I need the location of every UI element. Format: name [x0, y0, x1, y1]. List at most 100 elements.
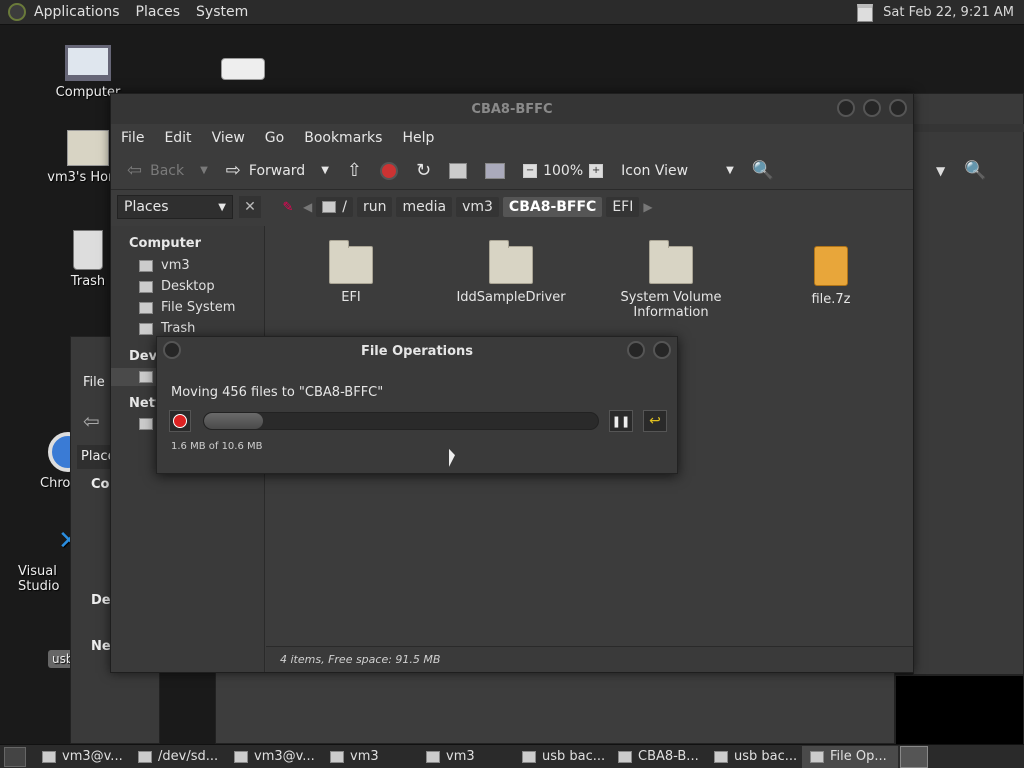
- task-label: vm3@v...: [254, 749, 315, 764]
- sidebar-item-vm3[interactable]: vm3: [111, 255, 264, 276]
- drive-icon: [139, 371, 153, 383]
- task-item[interactable]: usb bac...: [706, 746, 802, 768]
- stop-icon: [380, 161, 398, 180]
- places-select[interactable]: Places ▼: [117, 195, 233, 219]
- menu-edit[interactable]: Edit: [154, 130, 201, 146]
- file-name: EFI: [341, 290, 361, 305]
- folder-icon: [489, 240, 533, 284]
- desktop-icon-computer[interactable]: Computer: [43, 45, 133, 100]
- breadcrumb-right-arrow-icon[interactable]: ▶: [643, 200, 652, 214]
- back-button[interactable]: ⇦ Back ▼: [121, 156, 214, 186]
- crumb-efi[interactable]: EFI: [606, 197, 640, 217]
- task-label: usb bac...: [542, 749, 606, 764]
- window-titlebar[interactable]: CBA8-BFFC: [111, 94, 913, 124]
- sidebar-item-desktop[interactable]: Desktop: [111, 276, 264, 297]
- dialog-close-button[interactable]: [653, 341, 671, 359]
- calendar-icon[interactable]: [857, 3, 874, 22]
- zoom-in-icon[interactable]: +: [589, 163, 604, 178]
- task-item[interactable]: vm3: [322, 746, 418, 768]
- undo-button[interactable]: ↩: [643, 410, 667, 432]
- menubar: File Edit View Go Bookmarks Help: [111, 124, 913, 152]
- file-operations-dialog[interactable]: File Operations Moving 456 files to "CBA…: [156, 336, 678, 474]
- network-icon: [139, 418, 153, 430]
- file-item[interactable]: System Volume Information: [601, 234, 741, 320]
- file-item[interactable]: file.7z: [761, 234, 901, 307]
- desktop-icon: [139, 280, 153, 293]
- home-button[interactable]: [443, 156, 473, 186]
- task-item[interactable]: usb bac...: [514, 746, 610, 768]
- background-window-right[interactable]: ▼ 🔍: [913, 93, 1024, 675]
- crumb-vm3[interactable]: vm3: [456, 197, 499, 217]
- menu-bookmarks[interactable]: Bookmarks: [294, 130, 392, 146]
- crumb-media[interactable]: media: [396, 197, 453, 217]
- pause-button[interactable]: ❚❚: [609, 410, 633, 432]
- chevron-down-icon: ▼: [218, 201, 226, 213]
- distro-logo-icon[interactable]: [8, 3, 26, 21]
- places-select-label: Places: [124, 199, 169, 215]
- workspace-switcher[interactable]: [900, 745, 928, 768]
- computer-button[interactable]: [479, 156, 511, 186]
- view-mode-label: Icon View: [621, 162, 689, 179]
- menu-go[interactable]: Go: [255, 130, 294, 146]
- desktop-icon-drive[interactable]: [218, 58, 268, 84]
- trash-icon: [73, 230, 103, 270]
- task-item[interactable]: /dev/sd...: [130, 746, 226, 768]
- archive-icon: [814, 246, 848, 286]
- sidebar-item-filesystem[interactable]: File System: [111, 297, 264, 318]
- search-button[interactable]: 🔍: [746, 156, 780, 186]
- zoom-out-icon[interactable]: −: [523, 163, 538, 178]
- back-arrow-icon[interactable]: ⇦: [83, 409, 100, 433]
- maximize-button[interactable]: [863, 99, 881, 117]
- dialog-menu-icon[interactable]: [163, 341, 181, 359]
- toolbar: ⇦ Back ▼ ⇨ Forward ▼ ⇧ ↻ − 100% + Icon V…: [111, 152, 913, 190]
- view-mode-select[interactable]: Icon View ▼: [615, 156, 740, 186]
- menu-help[interactable]: Help: [392, 130, 444, 146]
- zoom-level: 100%: [543, 162, 584, 179]
- task-item[interactable]: vm3@v...: [226, 746, 322, 768]
- dialog-titlebar[interactable]: File Operations: [157, 337, 677, 365]
- file-item[interactable]: EFI: [281, 234, 421, 305]
- desktop-icon-label: Trash: [70, 274, 106, 289]
- close-sidebar-button[interactable]: ✕: [239, 196, 261, 218]
- forward-button[interactable]: ⇨ Forward ▼: [220, 156, 335, 186]
- up-arrow-icon: ⇧: [346, 159, 362, 181]
- stop-button[interactable]: [374, 156, 404, 186]
- behind-menu-file[interactable]: File: [83, 375, 105, 390]
- folder-icon: [649, 240, 693, 284]
- applications-menu[interactable]: Applications: [26, 4, 128, 20]
- terminal-icon: [42, 750, 56, 763]
- task-item-active[interactable]: File Op...: [802, 745, 898, 768]
- clock[interactable]: Sat Feb 22, 9:21 AM: [883, 5, 1014, 20]
- chevron-down-icon[interactable]: ▼: [936, 164, 945, 178]
- task-item[interactable]: vm3@v...: [34, 746, 130, 768]
- menu-file[interactable]: File: [111, 130, 154, 146]
- edit-location-icon[interactable]: ✎: [277, 196, 299, 218]
- minimize-button[interactable]: [837, 99, 855, 117]
- show-desktop-button[interactable]: [4, 746, 26, 767]
- places-menu[interactable]: Places: [128, 4, 189, 20]
- crumb-cba8[interactable]: CBA8-BFFC: [502, 197, 603, 217]
- cancel-operation-button[interactable]: [169, 410, 191, 432]
- search-icon[interactable]: 🔍: [964, 160, 986, 181]
- breadcrumb-left-arrow-icon[interactable]: ◀: [303, 200, 312, 214]
- up-button[interactable]: ⇧: [341, 156, 368, 186]
- drive-icon: [138, 750, 152, 763]
- task-item[interactable]: CBA8-B...: [610, 746, 706, 768]
- task-label: CBA8-B...: [638, 749, 699, 764]
- reload-button[interactable]: ↻: [410, 156, 437, 186]
- menu-view[interactable]: View: [202, 130, 255, 146]
- crumb-run[interactable]: run: [356, 197, 393, 217]
- operation-message: Moving 456 files to "CBA8-BFFC": [171, 385, 384, 400]
- chevron-down-icon[interactable]: ▼: [321, 165, 329, 176]
- close-button[interactable]: [889, 99, 907, 117]
- chevron-down-icon[interactable]: ▼: [200, 165, 208, 176]
- dialog-minimize-button[interactable]: [627, 341, 645, 359]
- search-icon: 🔍: [751, 160, 775, 181]
- folder-icon: [329, 240, 373, 284]
- task-item[interactable]: vm3: [418, 746, 514, 768]
- chevron-down-icon: ▼: [726, 165, 734, 176]
- transfer-size: 1.6 MB of 10.6 MB: [171, 441, 263, 452]
- system-menu[interactable]: System: [188, 4, 256, 20]
- crumb-root[interactable]: /: [316, 197, 353, 217]
- file-item[interactable]: IddSampleDriver: [441, 234, 581, 305]
